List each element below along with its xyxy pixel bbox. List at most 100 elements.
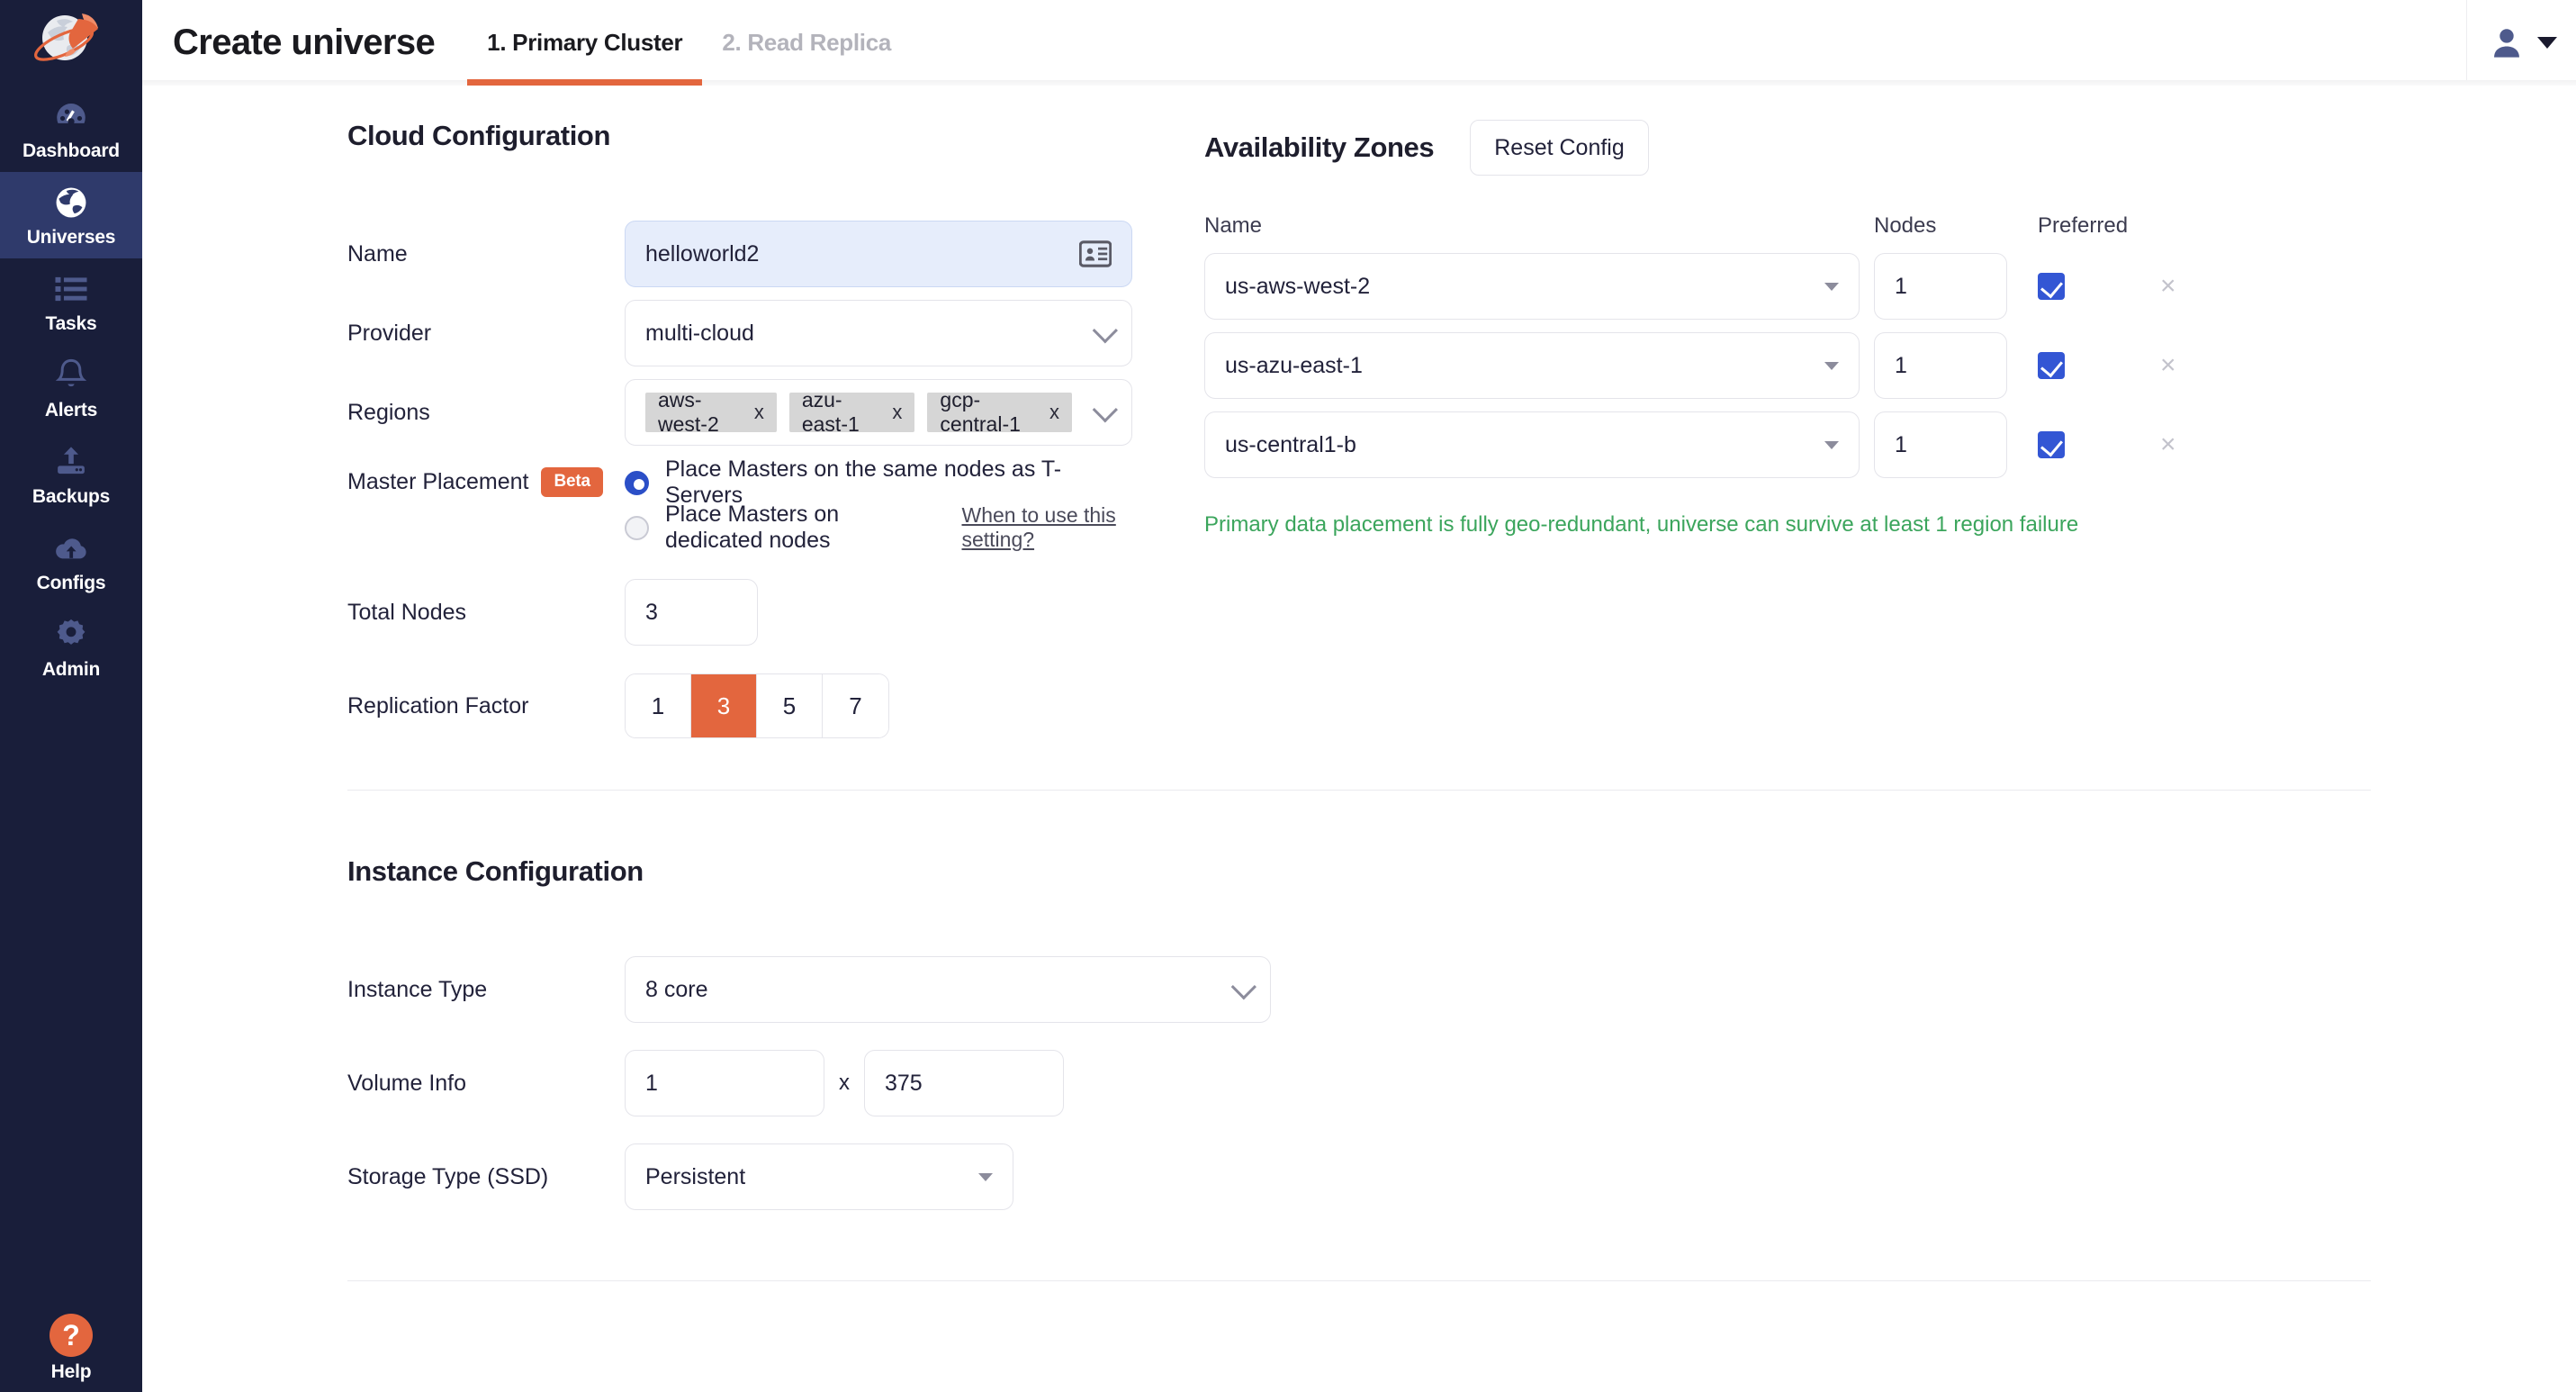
regions-chip-list: aws-west-2 x azu-east-1 x gcp-central-1 …	[645, 393, 1085, 432]
sidebar-item-label: Configs	[37, 574, 106, 592]
app-logo[interactable]	[0, 0, 142, 86]
az-nodes-input[interactable]: 1	[1874, 253, 2007, 320]
az-remove-button[interactable]: ×	[2160, 352, 2176, 379]
rocket-globe-logo-icon	[26, 8, 116, 78]
total-nodes-input[interactable]: 3	[625, 579, 758, 646]
instance-type-select[interactable]: 8 core	[625, 956, 1271, 1023]
tab-primary-cluster[interactable]: 1. Primary Cluster	[467, 0, 702, 86]
caret-down-icon	[978, 1173, 993, 1181]
az-nodes-cell: 1	[1861, 253, 2025, 320]
sidebar-item-admin[interactable]: Admin	[0, 604, 142, 691]
table-row: us-aws-west-2 1 ×	[1204, 253, 2576, 320]
az-name-select[interactable]: us-central1-b	[1204, 411, 1860, 478]
az-nodes-value: 1	[1895, 274, 1986, 300]
region-chip-remove-icon[interactable]: x	[754, 401, 764, 424]
total-nodes-label: Total Nodes	[347, 600, 625, 626]
field-instance-type: Instance Type 8 core	[347, 956, 2576, 1023]
chevron-down-icon	[1231, 974, 1256, 999]
az-nodes-cell: 1	[1861, 411, 2025, 478]
az-name-value: us-aws-west-2	[1225, 274, 1815, 300]
sidebar: Dashboard Universes Tasks	[0, 0, 142, 1392]
az-preferred-cell	[2025, 431, 2160, 458]
az-remove-button[interactable]: ×	[2160, 431, 2176, 458]
az-nodes-input[interactable]: 1	[1874, 332, 2007, 399]
az-preferred-cell	[2025, 352, 2160, 379]
replication-factor-group: 1 3 5 7	[625, 673, 889, 738]
user-menu[interactable]	[2466, 0, 2576, 86]
radio-button-icon[interactable]	[625, 516, 649, 540]
backup-upload-icon	[52, 443, 90, 481]
master-placement-label: Master Placement Beta	[347, 462, 625, 497]
radio-same-nodes[interactable]: Place Masters on the same nodes as T-Ser…	[625, 462, 1132, 503]
caret-down-icon	[1824, 362, 1839, 370]
user-avatar-icon	[2487, 23, 2526, 63]
caret-down-icon	[1824, 441, 1839, 449]
az-name-select[interactable]: us-aws-west-2	[1204, 253, 1860, 320]
region-chip-remove-icon[interactable]: x	[1049, 401, 1059, 424]
az-remove-button[interactable]: ×	[2160, 273, 2176, 300]
sidebar-item-tasks[interactable]: Tasks	[0, 258, 142, 345]
az-name-cell: us-aws-west-2	[1204, 253, 1861, 320]
field-provider: Provider multi-cloud	[347, 300, 1132, 366]
topbar-spacer	[911, 0, 2466, 86]
region-chip-remove-icon[interactable]: x	[892, 401, 902, 424]
cloud-upload-icon	[52, 529, 90, 567]
replication-factor-option-5[interactable]: 5	[757, 674, 823, 737]
az-name-cell: us-azu-east-1	[1204, 332, 1861, 399]
when-to-use-link[interactable]: When to use this setting?	[961, 503, 1132, 552]
page-title: Create universe	[142, 0, 467, 86]
name-input[interactable]: helloworld2	[625, 221, 1132, 287]
caret-down-icon	[2537, 37, 2557, 49]
volume-count-input[interactable]: 1	[625, 1050, 824, 1116]
caret-down-icon	[1824, 283, 1839, 291]
region-chip[interactable]: azu-east-1 x	[789, 393, 915, 432]
region-chip[interactable]: aws-west-2 x	[645, 393, 777, 432]
replication-factor-label: Replication Factor	[347, 693, 625, 719]
tab-read-replica[interactable]: 2. Read Replica	[702, 0, 911, 86]
sidebar-item-alerts[interactable]: Alerts	[0, 345, 142, 431]
storage-type-select[interactable]: Persistent	[625, 1143, 1013, 1210]
radio-button-selected-icon[interactable]	[625, 471, 649, 495]
region-chip[interactable]: gcp-central-1 x	[927, 393, 1072, 432]
reset-config-button[interactable]: Reset Config	[1470, 120, 1649, 176]
provider-value: multi-cloud	[645, 321, 1085, 347]
table-row: us-azu-east-1 1 ×	[1204, 332, 2576, 399]
gauge-icon	[52, 97, 90, 135]
sidebar-item-label: Tasks	[46, 314, 97, 333]
az-nodes-value: 1	[1895, 432, 1986, 458]
replication-factor-option-3[interactable]: 3	[691, 674, 757, 737]
field-regions: Regions aws-west-2 x azu-east-1 x	[347, 379, 1132, 446]
id-card-icon[interactable]	[1079, 240, 1112, 267]
storage-type-value: Persistent	[645, 1164, 969, 1190]
instance-configuration-section: Instance Configuration Instance Type 8 c…	[142, 791, 2576, 1210]
globe-icon	[52, 184, 90, 221]
sidebar-item-backups[interactable]: Backups	[0, 431, 142, 518]
volume-size-input[interactable]: 375	[864, 1050, 1064, 1116]
az-name-select[interactable]: us-azu-east-1	[1204, 332, 1860, 399]
provider-select[interactable]: multi-cloud	[625, 300, 1132, 366]
column-header-nodes: Nodes	[1861, 213, 2025, 239]
total-nodes-value: 3	[645, 600, 737, 626]
regions-multiselect[interactable]: aws-west-2 x azu-east-1 x gcp-central-1 …	[625, 379, 1132, 446]
gear-icon	[52, 616, 90, 654]
table-row: us-central1-b 1 ×	[1204, 411, 2576, 478]
name-label: Name	[347, 241, 625, 267]
replication-factor-option-7[interactable]: 7	[823, 674, 888, 737]
field-total-nodes: Total Nodes 3	[347, 579, 1132, 646]
az-preferred-cell	[2025, 273, 2160, 300]
sidebar-item-configs[interactable]: Configs	[0, 518, 142, 604]
az-nodes-input[interactable]: 1	[1874, 411, 2007, 478]
sidebar-item-label: Alerts	[45, 401, 97, 420]
volume-count-value: 1	[645, 1071, 804, 1097]
sidebar-item-dashboard[interactable]: Dashboard	[0, 86, 142, 172]
az-preferred-checkbox[interactable]	[2038, 273, 2065, 300]
az-preferred-checkbox[interactable]	[2038, 431, 2065, 458]
main-area: Create universe 1. Primary Cluster 2. Re…	[142, 0, 2576, 1392]
az-preferred-checkbox[interactable]	[2038, 352, 2065, 379]
sidebar-item-universes[interactable]: Universes	[0, 172, 142, 258]
replication-factor-option-1[interactable]: 1	[626, 674, 691, 737]
sidebar-item-help[interactable]: ? Help	[0, 1314, 142, 1381]
sidebar-item-label: Universes	[27, 228, 116, 247]
radio-dedicated-nodes[interactable]: Place Masters on dedicated nodes When to…	[625, 507, 1132, 548]
question-mark-icon: ?	[50, 1314, 93, 1357]
